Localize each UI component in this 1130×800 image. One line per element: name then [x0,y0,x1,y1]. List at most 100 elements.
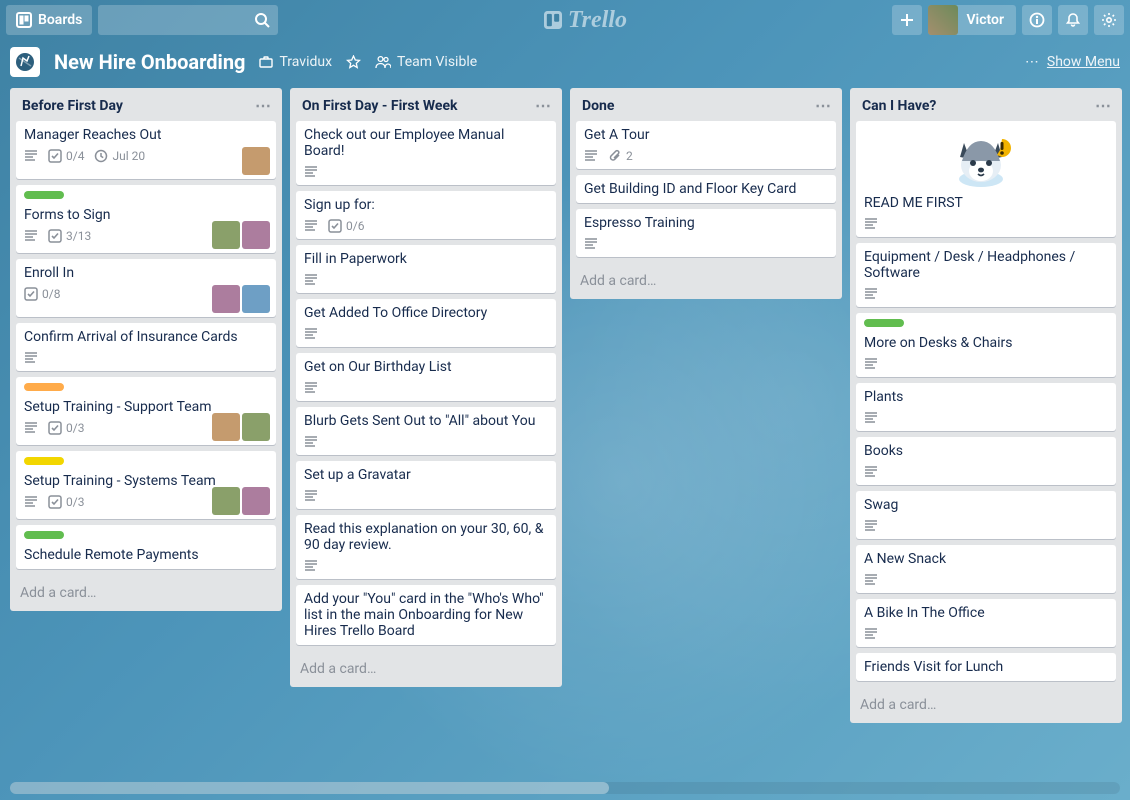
card[interactable]: Friends Visit for Lunch [856,653,1116,681]
card[interactable]: Get A Tour2 [576,121,836,169]
card[interactable]: Read this explanation on your 30, 60, & … [296,515,556,579]
member-avatar[interactable] [242,285,270,313]
description-icon [584,149,598,163]
card-title: Enroll In [24,265,74,281]
description-icon [864,627,878,641]
card[interactable]: Blurb Gets Sent Out to "All" about You [296,407,556,455]
card[interactable]: Get Added To Office Directory [296,299,556,347]
card-label [24,457,64,465]
card[interactable]: Setup Training - Support Team0/3 [16,377,276,445]
card[interactable]: Get Building ID and Floor Key Card [576,175,836,203]
card[interactable]: Set up a Gravatar [296,461,556,509]
card[interactable]: Sign up for: 0/6 [296,191,556,239]
list-title[interactable]: Done [582,98,614,114]
card-badges [584,237,828,251]
description-icon [304,327,318,341]
card[interactable]: Equipment / Desk / Headphones / Software [856,243,1116,307]
card[interactable]: Schedule Remote Payments [16,525,276,569]
card-title: READ ME FIRST [864,195,963,211]
card[interactable]: Espresso Training [576,209,836,257]
list-menu-button[interactable]: ⋯ [535,96,552,115]
trello-logo[interactable]: Trello [284,7,886,34]
description-icon [304,273,318,287]
card-members [212,413,270,441]
board-icon [16,12,32,28]
list-title[interactable]: Before First Day [22,98,123,114]
husky-sticker [950,129,1022,189]
info-button[interactable] [1022,5,1052,35]
notifications-button[interactable] [1058,5,1088,35]
card[interactable]: Enroll In0/8 [16,259,276,317]
add-card-button[interactable]: Add a card… [850,689,1122,723]
list-menu-button[interactable]: ⋯ [1095,96,1112,115]
card-badges [864,573,1108,587]
member-avatar[interactable] [212,487,240,515]
add-card-button[interactable]: Add a card… [290,653,562,687]
member-avatar[interactable] [242,487,270,515]
add-card-button[interactable]: Add a card… [10,577,282,611]
list-cards[interactable]: Check out our Employee Manual Board! Sign… [290,119,562,653]
card[interactable]: Forms to Sign3/13 [16,185,276,253]
card[interactable]: Setup Training - Systems Team0/3 [16,451,276,519]
list-menu-button[interactable]: ⋯ [255,96,272,115]
card[interactable]: Confirm Arrival of Insurance Cards [16,323,276,371]
briefcase-icon [259,55,273,69]
member-avatar[interactable] [242,221,270,249]
add-card-button[interactable]: Add a card… [570,265,842,299]
card[interactable]: Swag [856,491,1116,539]
card[interactable]: Fill in Paperwork [296,245,556,293]
card-badges [304,435,548,449]
card-title: Get A Tour [584,127,649,143]
description-icon [864,357,878,371]
card[interactable]: Check out our Employee Manual Board! [296,121,556,185]
user-menu[interactable]: Victor [928,5,1016,35]
list-title[interactable]: Can I Have? [862,98,936,114]
card[interactable]: A New Snack [856,545,1116,593]
member-avatar[interactable] [212,413,240,441]
boards-button[interactable]: Boards [6,5,92,35]
member-avatar[interactable] [242,147,270,175]
card[interactable]: Manager Reaches Out0/4Jul 20 [16,121,276,179]
horizontal-scrollbar[interactable] [10,782,1120,794]
card[interactable]: A Bike In The Office [856,599,1116,647]
card[interactable]: READ ME FIRST [856,121,1116,237]
card-title: Equipment / Desk / Headphones / Software [864,249,1075,281]
card-title: Blurb Gets Sent Out to "All" about You [304,413,535,429]
card[interactable]: More on Desks & Chairs [856,313,1116,377]
plus-icon [900,13,914,27]
description-icon [24,149,38,163]
card[interactable]: Books [856,437,1116,485]
description-icon [304,559,318,573]
board-title[interactable]: New Hire Onboarding [54,50,245,74]
list-menu-button[interactable]: ⋯ [815,96,832,115]
list-cards[interactable]: Get A Tour2 Get Building ID and Floor Key… [570,119,842,265]
list-cards[interactable]: READ ME FIRST Equipment / Desk / Headphon… [850,119,1122,689]
settings-button[interactable] [1094,5,1124,35]
card[interactable]: Plants [856,383,1116,431]
show-menu-button[interactable]: ⋯ Show Menu [1025,54,1120,70]
card-badges [864,465,1108,479]
org-button[interactable]: Travidux [259,54,332,70]
card-title: Sign up for: [304,197,375,213]
list-title[interactable]: On First Day - First Week [302,98,457,114]
description-icon [24,229,38,243]
member-avatar[interactable] [242,413,270,441]
description-badge [304,219,318,233]
member-avatar[interactable] [212,285,240,313]
search-input[interactable] [98,5,278,35]
card[interactable]: Get on Our Birthday List [296,353,556,401]
list-cards[interactable]: Manager Reaches Out0/4Jul 20 Forms to Sig… [10,119,282,577]
create-button[interactable] [892,5,922,35]
checklist-count: 0/6 [346,219,364,233]
visibility-button[interactable]: Team Visible [375,54,477,70]
description-badge [304,559,318,573]
description-icon [24,351,38,365]
board[interactable]: Before First Day ⋯ Manager Reaches Out0/4J… [0,84,1130,800]
card-title: Confirm Arrival of Insurance Cards [24,329,238,345]
checklist-icon [24,287,38,301]
member-avatar[interactable] [212,221,240,249]
card[interactable]: Add your "You" card in the "Who's Who" l… [296,585,556,645]
card-label [24,191,64,199]
star-button[interactable] [346,55,361,70]
checklist-count: 0/3 [66,421,84,435]
